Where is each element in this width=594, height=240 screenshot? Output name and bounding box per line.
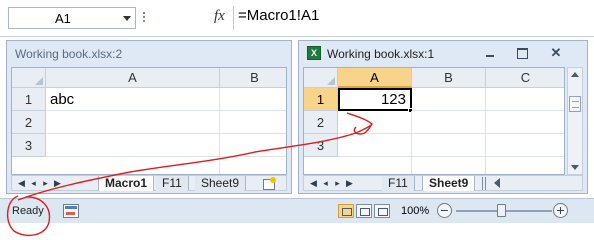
sheet-tab-bar: ◀ ◂ ▸ ▶ F11 Sheet9 [303,175,583,191]
vertical-scrollbar[interactable] [567,67,583,175]
last-sheet-nav-icon[interactable]: ▶ [52,178,63,189]
next-sheet-nav-icon[interactable]: ▸ [40,178,51,189]
cell-b4[interactable] [220,157,286,174]
last-sheet-nav-icon[interactable]: ▶ [344,178,355,189]
cell-b4[interactable] [412,157,486,174]
zoom-slider-thumb[interactable] [497,204,506,217]
cell-a1[interactable]: 123 [338,88,412,111]
tab-split-handle[interactable] [482,177,486,190]
column-header-a[interactable]: A [338,68,412,88]
row-header-1[interactable]: 1 [304,88,338,111]
page-layout-view-button[interactable] [356,204,372,218]
formula-bar-divider [233,6,234,30]
select-all-button[interactable] [12,68,46,88]
cell-a4[interactable] [46,157,220,174]
normal-view-button[interactable] [338,204,354,218]
scroll-down-icon[interactable] [571,165,579,170]
sheet-tab-bar: ◀ ◂ ▸ ▶ Macro1 F11 Sheet9 [11,175,287,191]
row-header-3[interactable]: 3 [304,134,338,157]
cell-a2[interactable] [46,111,220,134]
name-box-dropdown-icon[interactable] [123,16,131,21]
row-header-2[interactable]: 2 [12,111,46,134]
column-header-a[interactable]: A [46,68,220,88]
column-header-b[interactable]: B [220,68,286,88]
cell-b1[interactable] [220,88,286,111]
tab-f11[interactable]: F11 [156,176,189,191]
column-header-b[interactable]: B [412,68,486,88]
next-sheet-nav-icon[interactable]: ▸ [332,178,343,189]
zoom-level[interactable]: 100% [401,205,429,217]
cell-b1[interactable] [412,88,486,111]
maximize-icon[interactable] [513,46,531,60]
column-header-c[interactable]: C [486,68,564,88]
insert-function-button[interactable]: fx [214,8,225,25]
row-header-3[interactable]: 3 [12,134,46,157]
worksheet-grid[interactable]: A B 1 2 3 abc [11,67,287,175]
cell-a1[interactable]: abc [46,88,220,111]
cell-b3[interactable] [220,134,286,157]
cell-c3[interactable] [486,134,564,157]
cell-a4[interactable] [338,157,412,174]
tab-f11[interactable]: F11 [382,176,415,191]
tab-sheet9[interactable]: Sheet9 [422,176,476,191]
first-sheet-nav-icon[interactable]: ◀ [16,178,27,189]
cell-b3[interactable] [412,134,486,157]
row-header-2[interactable]: 2 [304,111,338,134]
macro-recording-icon[interactable] [63,204,79,218]
name-box-value: A1 [55,11,71,26]
status-text: Ready [12,205,44,217]
minimize-icon[interactable] [481,46,499,60]
page-break-preview-button[interactable] [374,204,390,218]
first-sheet-nav-icon[interactable]: ◀ [308,178,319,189]
formula-input[interactable]: =Macro1!A1 [238,7,319,24]
cell-a3[interactable] [338,134,412,157]
prev-sheet-nav-icon[interactable]: ◂ [28,178,39,189]
formula-bar: A1 fx =Macro1!A1 [0,0,594,37]
cell-c1[interactable] [486,88,564,111]
window-title: Working book.xlsx:2 [15,47,123,61]
window-title: Working book.xlsx:1 [327,47,435,61]
close-icon[interactable]: ✕ [547,46,565,60]
scroll-left-icon[interactable] [494,178,500,188]
workbook-window-right: X Working book.xlsx:1 ✕ A B C 1 2 3 123 … [298,40,588,194]
cell-c4[interactable] [486,157,564,174]
tab-macro1[interactable]: Macro1 [98,176,155,191]
excel-icon: X [307,46,321,60]
workbook-window-left: Working book.xlsx:2 A B 1 2 3 abc ◀ ◂ ▸ … [6,40,292,194]
formula-bar-resize-handle[interactable] [141,10,147,24]
status-bar: Ready 100% − + [0,198,594,223]
cell-b2[interactable] [220,111,286,134]
worksheet-grid[interactable]: A B C 1 2 3 123 [303,67,565,175]
zoom-in-button[interactable]: + [553,203,568,218]
prev-sheet-nav-icon[interactable]: ◂ [320,178,331,189]
cell-a3[interactable] [46,134,220,157]
cell-a2[interactable] [338,111,412,134]
row-header-1[interactable]: 1 [12,88,46,111]
select-all-button[interactable] [304,68,338,88]
cell-c2[interactable] [486,111,564,134]
zoom-out-button[interactable]: − [437,203,452,218]
scroll-thumb[interactable] [569,96,581,112]
insert-sheet-icon[interactable] [262,177,278,190]
name-box[interactable]: A1 [8,7,136,29]
tab-sheet9[interactable]: Sheet9 [195,176,247,191]
scroll-up-icon[interactable] [571,72,579,77]
cell-b2[interactable] [412,111,486,134]
